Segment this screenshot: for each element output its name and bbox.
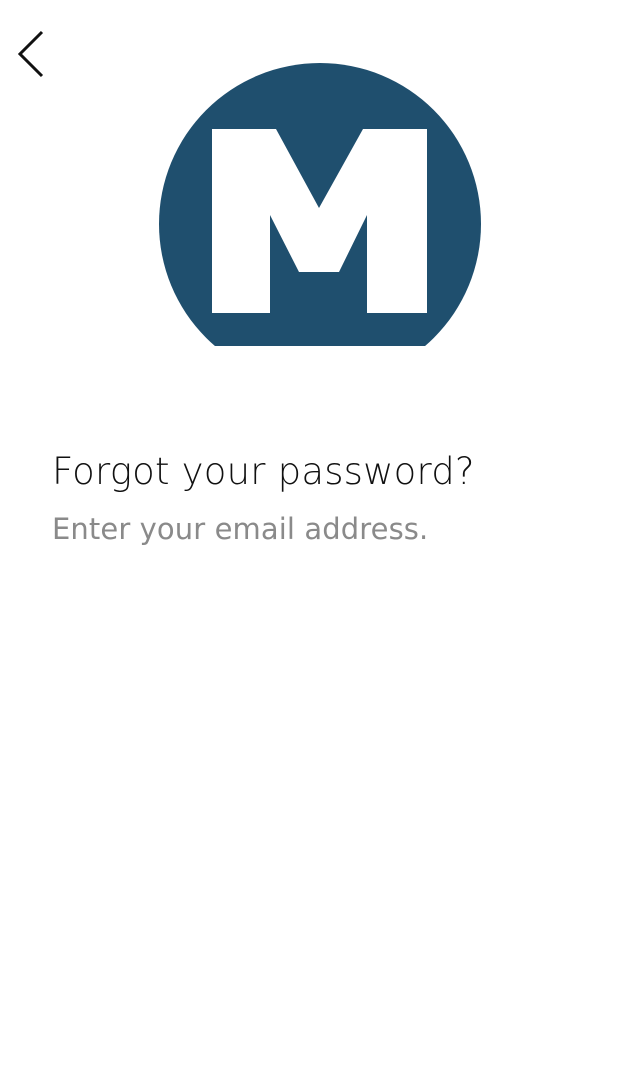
back-button[interactable] [10, 24, 54, 84]
forgot-password-section: Forgot your password? Enter your email a… [52, 448, 612, 548]
app-logo [158, 63, 482, 346]
page-title: Forgot your password? [52, 450, 475, 493]
page-subtitle: Enter your email address. [52, 512, 429, 546]
chevron-left-icon [17, 30, 44, 78]
